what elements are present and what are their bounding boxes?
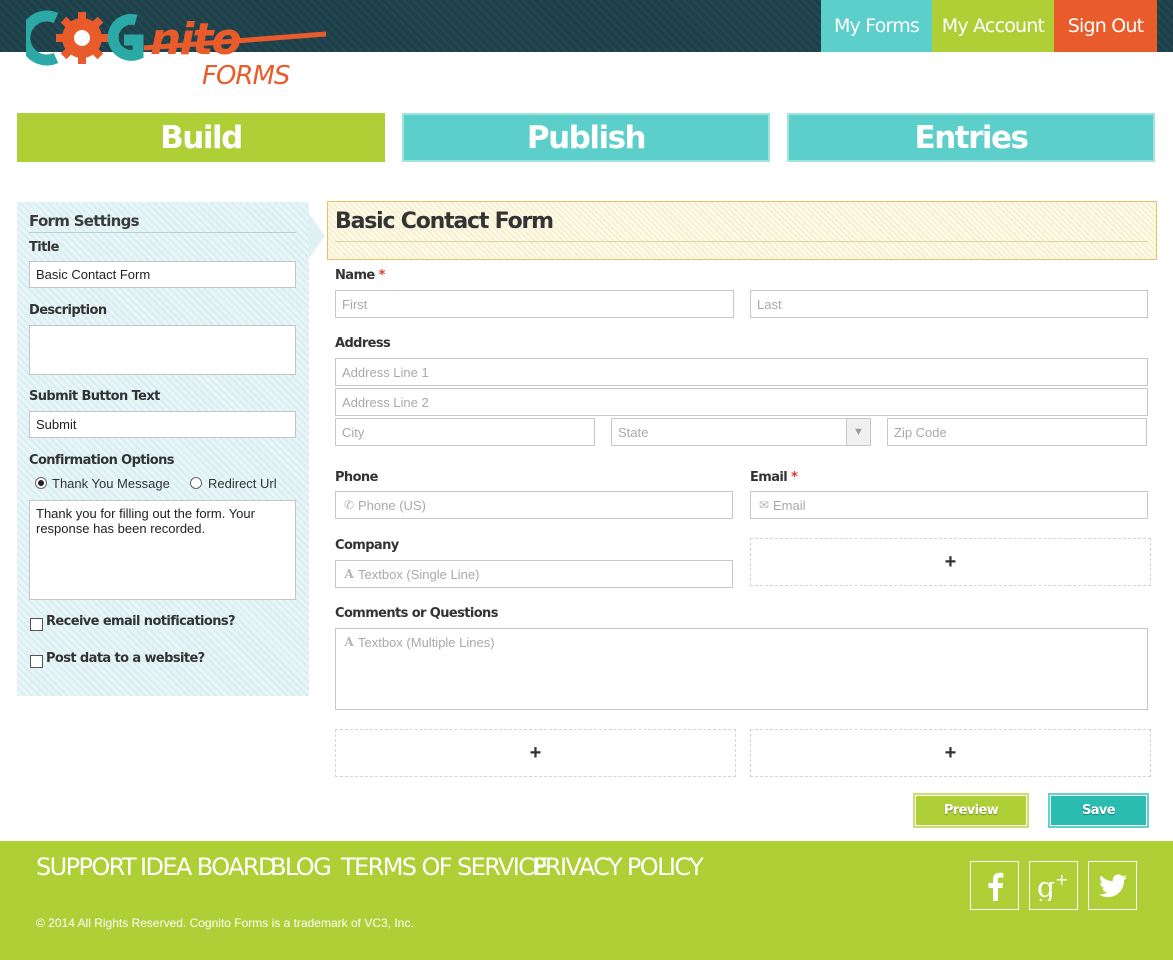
my-forms-button[interactable]: My Forms <box>821 0 932 52</box>
tab-publish[interactable]: Publish <box>402 113 770 162</box>
phone-input[interactable]: ✆ Phone (US) <box>335 491 733 519</box>
sign-out-button[interactable]: Sign Out <box>1054 0 1157 52</box>
add-field-button[interactable]: + <box>750 729 1151 777</box>
email-label: Email * <box>750 470 798 485</box>
name-last-input[interactable]: Last <box>750 290 1148 318</box>
company-input[interactable]: A Textbox (Single Line) <box>335 560 733 588</box>
email-notifications-checkbox[interactable] <box>30 618 43 631</box>
state-select[interactable]: State ▼ <box>611 418 871 446</box>
add-field-button[interactable]: + <box>335 729 736 777</box>
comments-label: Comments or Questions <box>335 606 498 621</box>
footer-link-terms[interactable]: TERMS OF SERVICE <box>341 853 549 881</box>
comments-textarea[interactable]: A Textbox (Multiple Lines) <box>335 628 1148 710</box>
form-settings-heading: Form Settings <box>29 212 296 233</box>
address-line2-input[interactable]: Address Line 2 <box>335 388 1148 416</box>
footer-link-idea-board[interactable]: IDEA BOARD <box>140 853 276 881</box>
thank-you-message-label[interactable]: Thank You Message <box>52 476 170 491</box>
email-notifications-label[interactable]: Receive email notifications? <box>46 614 236 629</box>
title-label: Title <box>29 240 59 255</box>
google-plus-icon[interactable]: g + <box>1029 861 1078 910</box>
facebook-icon[interactable] <box>970 861 1019 910</box>
twitter-icon[interactable] <box>1088 861 1137 910</box>
city-input[interactable]: City <box>335 418 595 446</box>
cognito-forms-logo[interactable]: nito FORMS <box>19 4 336 92</box>
preview-button[interactable]: Preview <box>913 793 1029 828</box>
chevron-down-icon[interactable]: ▼ <box>846 419 870 445</box>
envelope-icon: ✉ <box>758 498 770 512</box>
text-icon: A <box>344 635 354 649</box>
copyright-text: © 2014 All Rights Reserved. Cognito Form… <box>36 916 414 930</box>
description-textarea[interactable] <box>29 325 296 375</box>
settings-pointer <box>309 214 325 258</box>
submit-button-text-input[interactable]: Submit <box>29 411 296 438</box>
post-data-checkbox[interactable] <box>30 655 43 668</box>
post-data-label[interactable]: Post data to a website? <box>46 651 205 666</box>
form-title-divider <box>335 241 1148 242</box>
my-account-button[interactable]: My Account <box>932 0 1054 52</box>
zip-code-input[interactable]: Zip Code <box>887 418 1147 446</box>
tab-build[interactable]: Build <box>17 113 385 162</box>
add-field-button[interactable]: + <box>750 538 1151 586</box>
redirect-url-radio[interactable] <box>190 477 202 489</box>
footer-link-blog[interactable]: BLOG <box>270 853 332 881</box>
company-label: Company <box>335 538 399 553</box>
phone-icon: ✆ <box>343 498 355 512</box>
svg-text:+: + <box>1055 871 1068 889</box>
confirmation-message-textarea[interactable]: Thank you for filling out the form. Your… <box>29 500 296 600</box>
text-icon: A <box>344 567 354 581</box>
confirmation-options-label: Confirmation Options <box>29 453 175 468</box>
thank-you-message-radio[interactable] <box>35 477 47 489</box>
phone-label: Phone <box>335 470 378 485</box>
email-input[interactable]: ✉ Email <box>750 491 1148 519</box>
address-line1-input[interactable]: Address Line 1 <box>335 358 1148 386</box>
name-label: Name * <box>335 268 385 283</box>
form-title: Basic Contact Form <box>335 209 554 234</box>
svg-text:g: g <box>1037 871 1055 901</box>
save-button[interactable]: Save <box>1048 793 1149 828</box>
title-input[interactable]: Basic Contact Form <box>29 261 296 288</box>
svg-text:FORMS: FORMS <box>202 61 290 91</box>
redirect-url-label[interactable]: Redirect Url <box>208 476 277 491</box>
name-first-input[interactable]: First <box>335 290 734 318</box>
footer-link-privacy[interactable]: PRIVACY POLICY <box>532 853 704 881</box>
address-label: Address <box>335 336 391 351</box>
description-label: Description <box>29 303 107 318</box>
tab-entries[interactable]: Entries <box>787 113 1155 162</box>
submit-button-text-label: Submit Button Text <box>29 389 160 404</box>
footer-link-support[interactable]: SUPPORT <box>36 853 137 881</box>
